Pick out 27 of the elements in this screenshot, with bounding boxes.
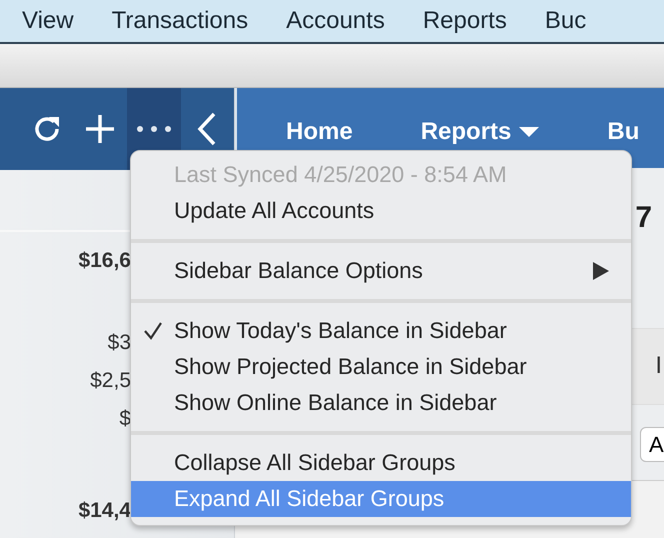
menu-bar-item[interactable]: Buc [544,3,586,39]
balance-amount: $3 [106,330,131,356]
plus-icon [84,113,116,145]
action-button[interactable]: A [640,427,664,462]
menu-item[interactable]: Sidebar Balance Options [131,253,631,289]
menu-item[interactable]: Show Online Balance in Sidebar [131,385,631,421]
menu-item[interactable]: Collapse All Sidebar Groups [131,445,631,481]
caret-icon [519,126,540,137]
row-text: I [655,351,662,382]
menu-item: Last Synced 4/25/2020 - 8:54 AM [173,161,508,190]
menu-bar-item[interactable]: Transactions [112,3,248,39]
menu-bar-item[interactable]: View [22,3,74,39]
menu-bar-item[interactable]: Reports [422,3,507,39]
menu-item[interactable]: Update All Accounts [131,193,631,229]
menu-bar-item[interactable]: Accounts [286,3,385,39]
nav-tab[interactable]: Reports [420,114,540,150]
nav-tab[interactable]: Bu [607,114,640,150]
menu-item[interactable]: Show Today's Balance in Sidebar [131,313,631,349]
balance-amount: $2,5 [89,368,131,394]
heading-text: 7 [635,200,652,234]
nav-tab[interactable]: Home [286,114,353,150]
menu-item[interactable]: Show Projected Balance in Sidebar [131,349,631,385]
balance-amount: $ [118,406,131,432]
chevron-left-icon [197,112,218,146]
balance-amount: $14,4 [77,498,131,524]
balance-amount: $16,6 [77,248,131,274]
ellipsis-icon [136,125,172,133]
